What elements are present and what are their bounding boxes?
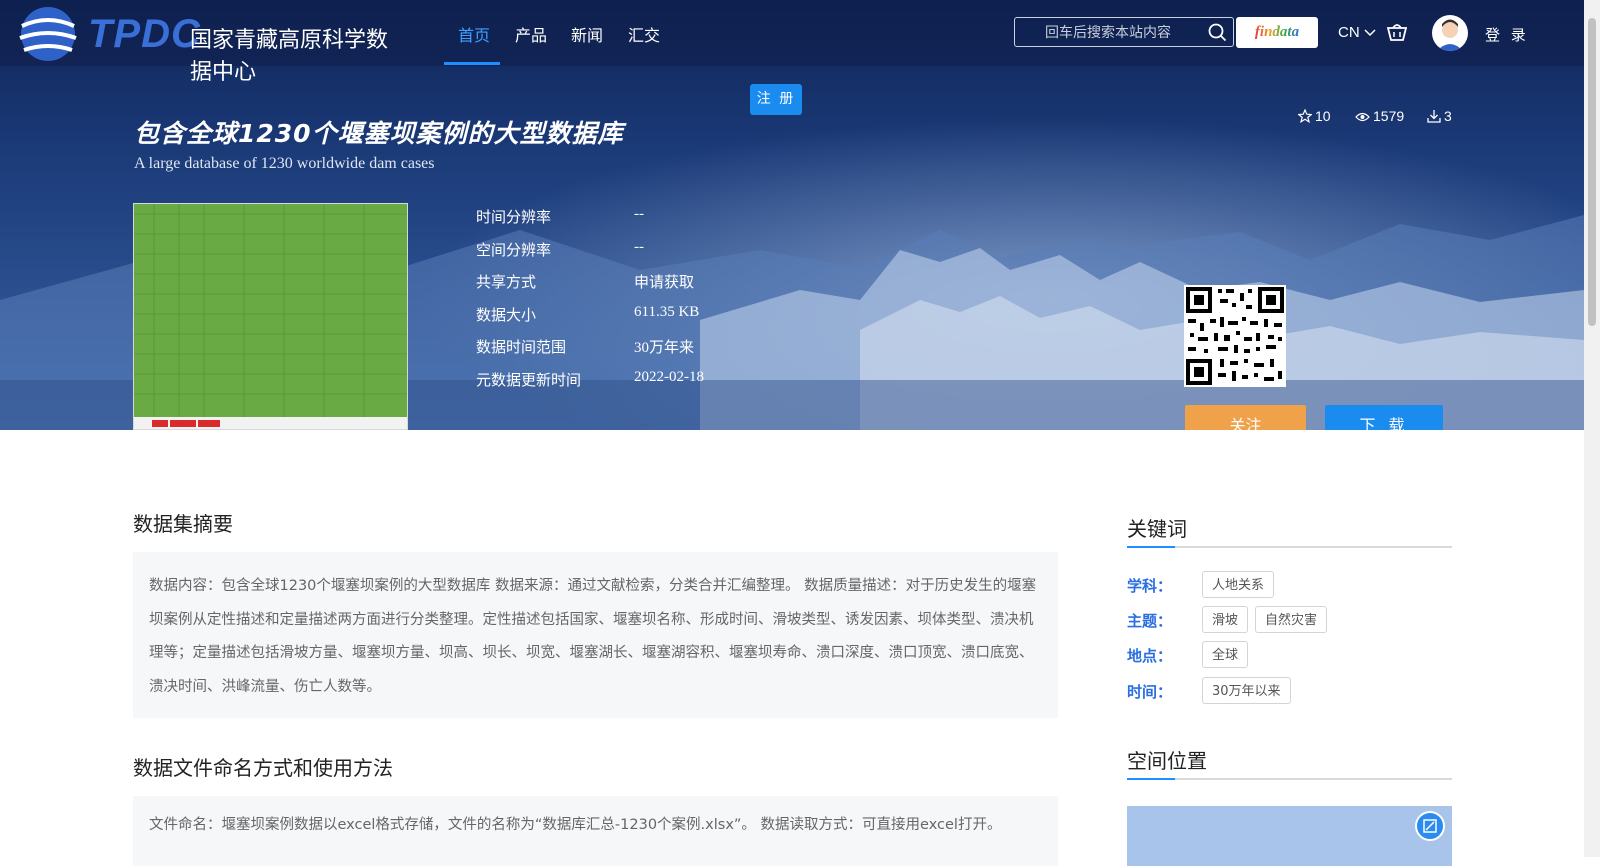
findata-button[interactable]: findata xyxy=(1236,17,1318,48)
search-icon[interactable] xyxy=(1208,23,1227,47)
info-value-metadata-updated: 2022-02-18 xyxy=(634,369,704,385)
info-label-data-size: 数据大小 xyxy=(476,306,537,324)
language-selector[interactable]: CN xyxy=(1338,24,1376,41)
favorites-stat[interactable]: 10 xyxy=(1297,108,1331,124)
dataset-title: 包含全球1230个堰塞坝案例的大型数据库 xyxy=(134,119,624,148)
keywords-heading: 关键词 xyxy=(1127,517,1187,541)
downloads-count: 3 xyxy=(1444,108,1452,124)
location-map[interactable] xyxy=(1127,806,1452,866)
downloads-stat: 3 xyxy=(1427,108,1452,124)
register-button[interactable]: 注 册 xyxy=(750,84,802,115)
abstract-heading: 数据集摘要 xyxy=(133,512,233,536)
expand-icon xyxy=(1423,819,1437,833)
download-button[interactable]: 下 载 xyxy=(1325,405,1443,430)
keyword-label-discipline: 学科： xyxy=(1127,577,1173,595)
info-label-sharing-method: 共享方式 xyxy=(476,273,537,291)
chevron-down-icon xyxy=(1364,29,1376,37)
favorites-count: 10 xyxy=(1315,108,1331,124)
page-scrollbar[interactable] xyxy=(1584,0,1600,857)
findata-label: findata xyxy=(1254,24,1300,40)
search-input[interactable] xyxy=(1015,18,1227,48)
dataset-thumbnail[interactable] xyxy=(133,203,408,430)
views-count: 1579 xyxy=(1373,108,1405,124)
views-stat: 1579 xyxy=(1355,108,1404,124)
site-logo[interactable]: TPDC 国家青藏高原科学数据中心 xyxy=(14,4,394,85)
qr-code-image xyxy=(1184,285,1286,387)
language-label: CN xyxy=(1338,24,1360,41)
download-icon xyxy=(1427,110,1441,123)
star-icon xyxy=(1297,108,1313,124)
info-label-temporal-resolution: 时间分辨率 xyxy=(476,208,552,226)
keyword-tag[interactable]: 30万年以来 xyxy=(1202,677,1291,704)
info-label-metadata-updated: 元数据更新时间 xyxy=(476,371,582,389)
info-value-sharing-method: 申请获取 xyxy=(634,275,695,291)
info-label-time-range: 数据时间范围 xyxy=(476,338,567,356)
usage-text: 文件命名：堰塞坝案例数据以excel格式存储，文件的名称为“数据库汇总-1230… xyxy=(149,817,1002,833)
keyword-tag[interactable]: 人地关系 xyxy=(1202,571,1275,598)
nav-home[interactable]: 首页 xyxy=(458,22,490,46)
usage-heading: 数据文件命名方式和使用方法 xyxy=(133,756,393,780)
user-avatar[interactable] xyxy=(1432,15,1468,51)
abstract-box: 数据内容：包含全球1230个堰塞坝案例的大型数据库 数据来源：通过文献检索，分类… xyxy=(133,552,1058,718)
logo-text: 国家青藏高原科学数据中心 xyxy=(190,28,389,85)
logo-mark: TPDC xyxy=(88,12,201,56)
info-value-time-range: 30万年来 xyxy=(634,340,695,356)
scrollbar-thumb[interactable] xyxy=(1588,18,1596,326)
keyword-tag[interactable]: 自然灾害 xyxy=(1255,606,1328,633)
login-link[interactable]: 登 录 xyxy=(1485,24,1529,45)
eye-icon xyxy=(1355,112,1370,122)
usage-box: 文件命名：堰塞坝案例数据以excel格式存储，文件的名称为“数据库汇总-1230… xyxy=(133,796,1058,866)
keyword-tag[interactable]: 全球 xyxy=(1202,641,1249,668)
dataset-hero: TPDC 国家青藏高原科学数据中心 首页 产品 新闻 汇交 findata CN… xyxy=(0,0,1584,430)
follow-button[interactable]: 关注 xyxy=(1185,405,1306,430)
dataset-title-en: A large database of 1230 worldwide dam c… xyxy=(134,155,435,172)
info-value-data-size: 611.35 KB xyxy=(634,304,700,320)
keyword-label-place: 地点： xyxy=(1127,647,1173,665)
keyword-label-theme: 主题： xyxy=(1127,612,1173,630)
nav-news[interactable]: 新闻 xyxy=(571,22,603,46)
location-divider xyxy=(1127,778,1452,780)
info-label-spatial-resolution: 空间分辨率 xyxy=(476,241,552,259)
globe-logo-icon xyxy=(19,7,77,61)
cart-icon[interactable] xyxy=(1386,22,1408,47)
nav-submission[interactable]: 汇交 xyxy=(628,22,660,46)
keyword-tag[interactable]: 滑坡 xyxy=(1202,606,1249,633)
abstract-text: 数据内容：包含全球1230个堰塞坝案例的大型数据库 数据来源：通过文献检索，分类… xyxy=(149,578,1037,695)
qr-code xyxy=(1184,285,1286,387)
top-navbar: TPDC 国家青藏高原科学数据中心 首页 产品 新闻 汇交 findata CN… xyxy=(0,0,1584,85)
map-expand-button[interactable] xyxy=(1415,811,1445,841)
location-heading: 空间位置 xyxy=(1127,749,1207,773)
info-value-spatial-resolution: -- xyxy=(634,239,644,255)
info-value-temporal-resolution: -- xyxy=(634,206,644,222)
nav-active-indicator xyxy=(444,62,500,65)
nav-products[interactable]: 产品 xyxy=(515,22,547,46)
keywords-divider xyxy=(1127,546,1452,548)
spreadsheet-preview-image xyxy=(134,204,407,429)
keyword-label-time: 时间： xyxy=(1127,683,1173,701)
search-box xyxy=(1014,17,1234,48)
